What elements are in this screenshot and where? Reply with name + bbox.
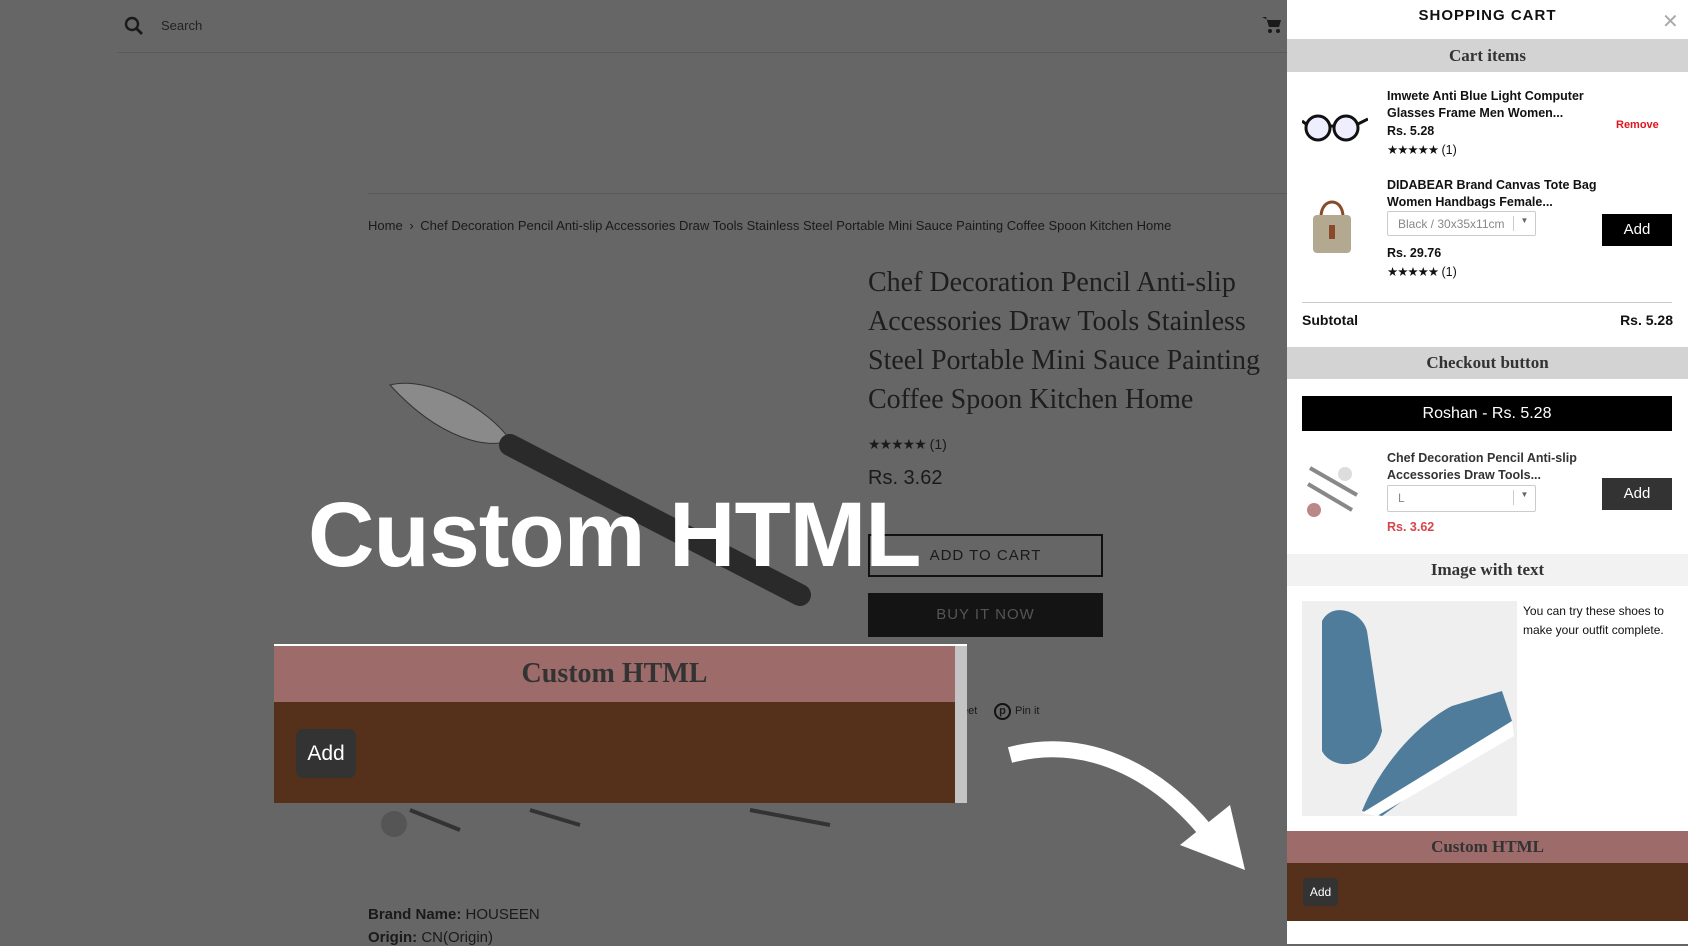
shopping-cart-drawer: SHOPPING CART ✕ Cart items Imwete Anti B… (1287, 0, 1688, 944)
shoes-image (1302, 601, 1517, 816)
product-title: Chef Decoration Pencil Anti-slip Accesso… (868, 267, 1260, 415)
cart-item-rating: ★★★★★ (1) (1387, 264, 1457, 279)
brand-label: Brand Name: (368, 906, 462, 923)
star-rating-icon: ★★★★★ (1387, 265, 1439, 279)
handbag-image[interactable] (1307, 195, 1357, 262)
origin: Origin: CN(Origin) (368, 929, 493, 946)
thumbnails[interactable] (380, 800, 840, 840)
cart-item-price: Rs. 5.28 (1387, 124, 1435, 138)
buy-now-button[interactable]: BUY IT NOW (868, 593, 1103, 637)
subtotal-divider (1302, 302, 1672, 303)
review-count: (1) (1441, 143, 1457, 157)
widget-scrollbar[interactable] (955, 646, 967, 803)
checkout-button[interactable]: Roshan - Rs. 5.28 (1302, 396, 1672, 431)
search-icon[interactable] (124, 16, 144, 36)
add-button[interactable]: Add (1602, 478, 1672, 510)
pencil-image[interactable] (1302, 460, 1362, 525)
subtotal-value: Rs. 5.28 (1620, 312, 1673, 328)
variant-select[interactable]: L ▼ (1387, 485, 1536, 512)
breadcrumb: Home › Chef Decoration Pencil Anti-slip … (368, 218, 1171, 233)
cart-title: SHOPPING CART (1418, 7, 1557, 24)
origin-label: Origin: (368, 929, 418, 946)
section-divider (368, 193, 1287, 194)
upsell-price: Rs. 3.62 (1387, 520, 1435, 534)
breadcrumb-separator: › (409, 218, 414, 233)
widget-add-button[interactable]: Add (296, 729, 356, 778)
variant-value: Black / 30x35x11cm (1398, 217, 1505, 231)
checkout-header: Checkout button (1287, 347, 1688, 379)
review-count: (1) (1441, 265, 1457, 279)
header-divider (117, 52, 1287, 53)
image-caption: You can try these shoes to make your out… (1523, 604, 1664, 637)
breadcrumb-home[interactable]: Home (368, 218, 403, 233)
cart-item-title[interactable]: Imwete Anti Blue Light Computer Glasses … (1387, 88, 1597, 122)
cart-item-price: Rs. 29.76 (1387, 246, 1442, 260)
custom-html-body: Add (1287, 863, 1688, 921)
cart-item-title[interactable]: DIDABEAR Brand Canvas Tote Bag Women Han… (1387, 177, 1597, 211)
remove-button[interactable]: Remove (1616, 119, 1659, 131)
image-with-text-header: Image with text (1287, 554, 1688, 586)
arrow-icon (1005, 730, 1275, 885)
add-button[interactable]: Add (1602, 214, 1672, 246)
chevron-down-icon: ▼ (1513, 216, 1535, 231)
brand-name: Brand Name: HOUSEEN (368, 906, 540, 923)
custom-add-button[interactable]: Add (1303, 878, 1338, 906)
breadcrumb-current: Chef Decoration Pencil Anti-slip Accesso… (420, 218, 1172, 233)
search-input[interactable]: Search (161, 18, 202, 33)
star-rating-icon: ★★★★★ (1387, 143, 1439, 157)
overlay-title: Custom HTML (308, 484, 921, 586)
variant-value: L (1398, 491, 1405, 505)
review-count: (1) (929, 436, 947, 452)
cart-items-header: Cart items (1287, 39, 1688, 72)
widget-body: Add (274, 702, 955, 803)
subtotal-label: Subtotal (1302, 312, 1358, 328)
brand-value: HOUSEEN (465, 906, 540, 923)
chevron-down-icon: ▼ (1513, 490, 1535, 505)
custom-html-widget: Custom HTML Add (274, 644, 967, 803)
star-rating-icon: ★★★★★ (868, 436, 927, 452)
widget-header: Custom HTML (274, 646, 955, 702)
cart-icon[interactable] (1262, 16, 1282, 39)
glasses-image[interactable] (1301, 100, 1369, 155)
upsell-title[interactable]: Chef Decoration Pencil Anti-slip Accesso… (1387, 450, 1597, 484)
variant-select[interactable]: Black / 30x35x11cm ▼ (1387, 211, 1536, 236)
close-icon[interactable]: ✕ (1662, 9, 1679, 34)
custom-html-header: Custom HTML (1287, 831, 1688, 863)
product-rating[interactable]: ★★★★★ (1) (868, 436, 947, 453)
origin-value: CN(Origin) (421, 929, 494, 946)
pin-it-link[interactable]: Pin it (1015, 705, 1039, 717)
cart-item-rating: ★★★★★ (1) (1387, 142, 1457, 157)
pinterest-icon[interactable]: p (994, 703, 1011, 720)
